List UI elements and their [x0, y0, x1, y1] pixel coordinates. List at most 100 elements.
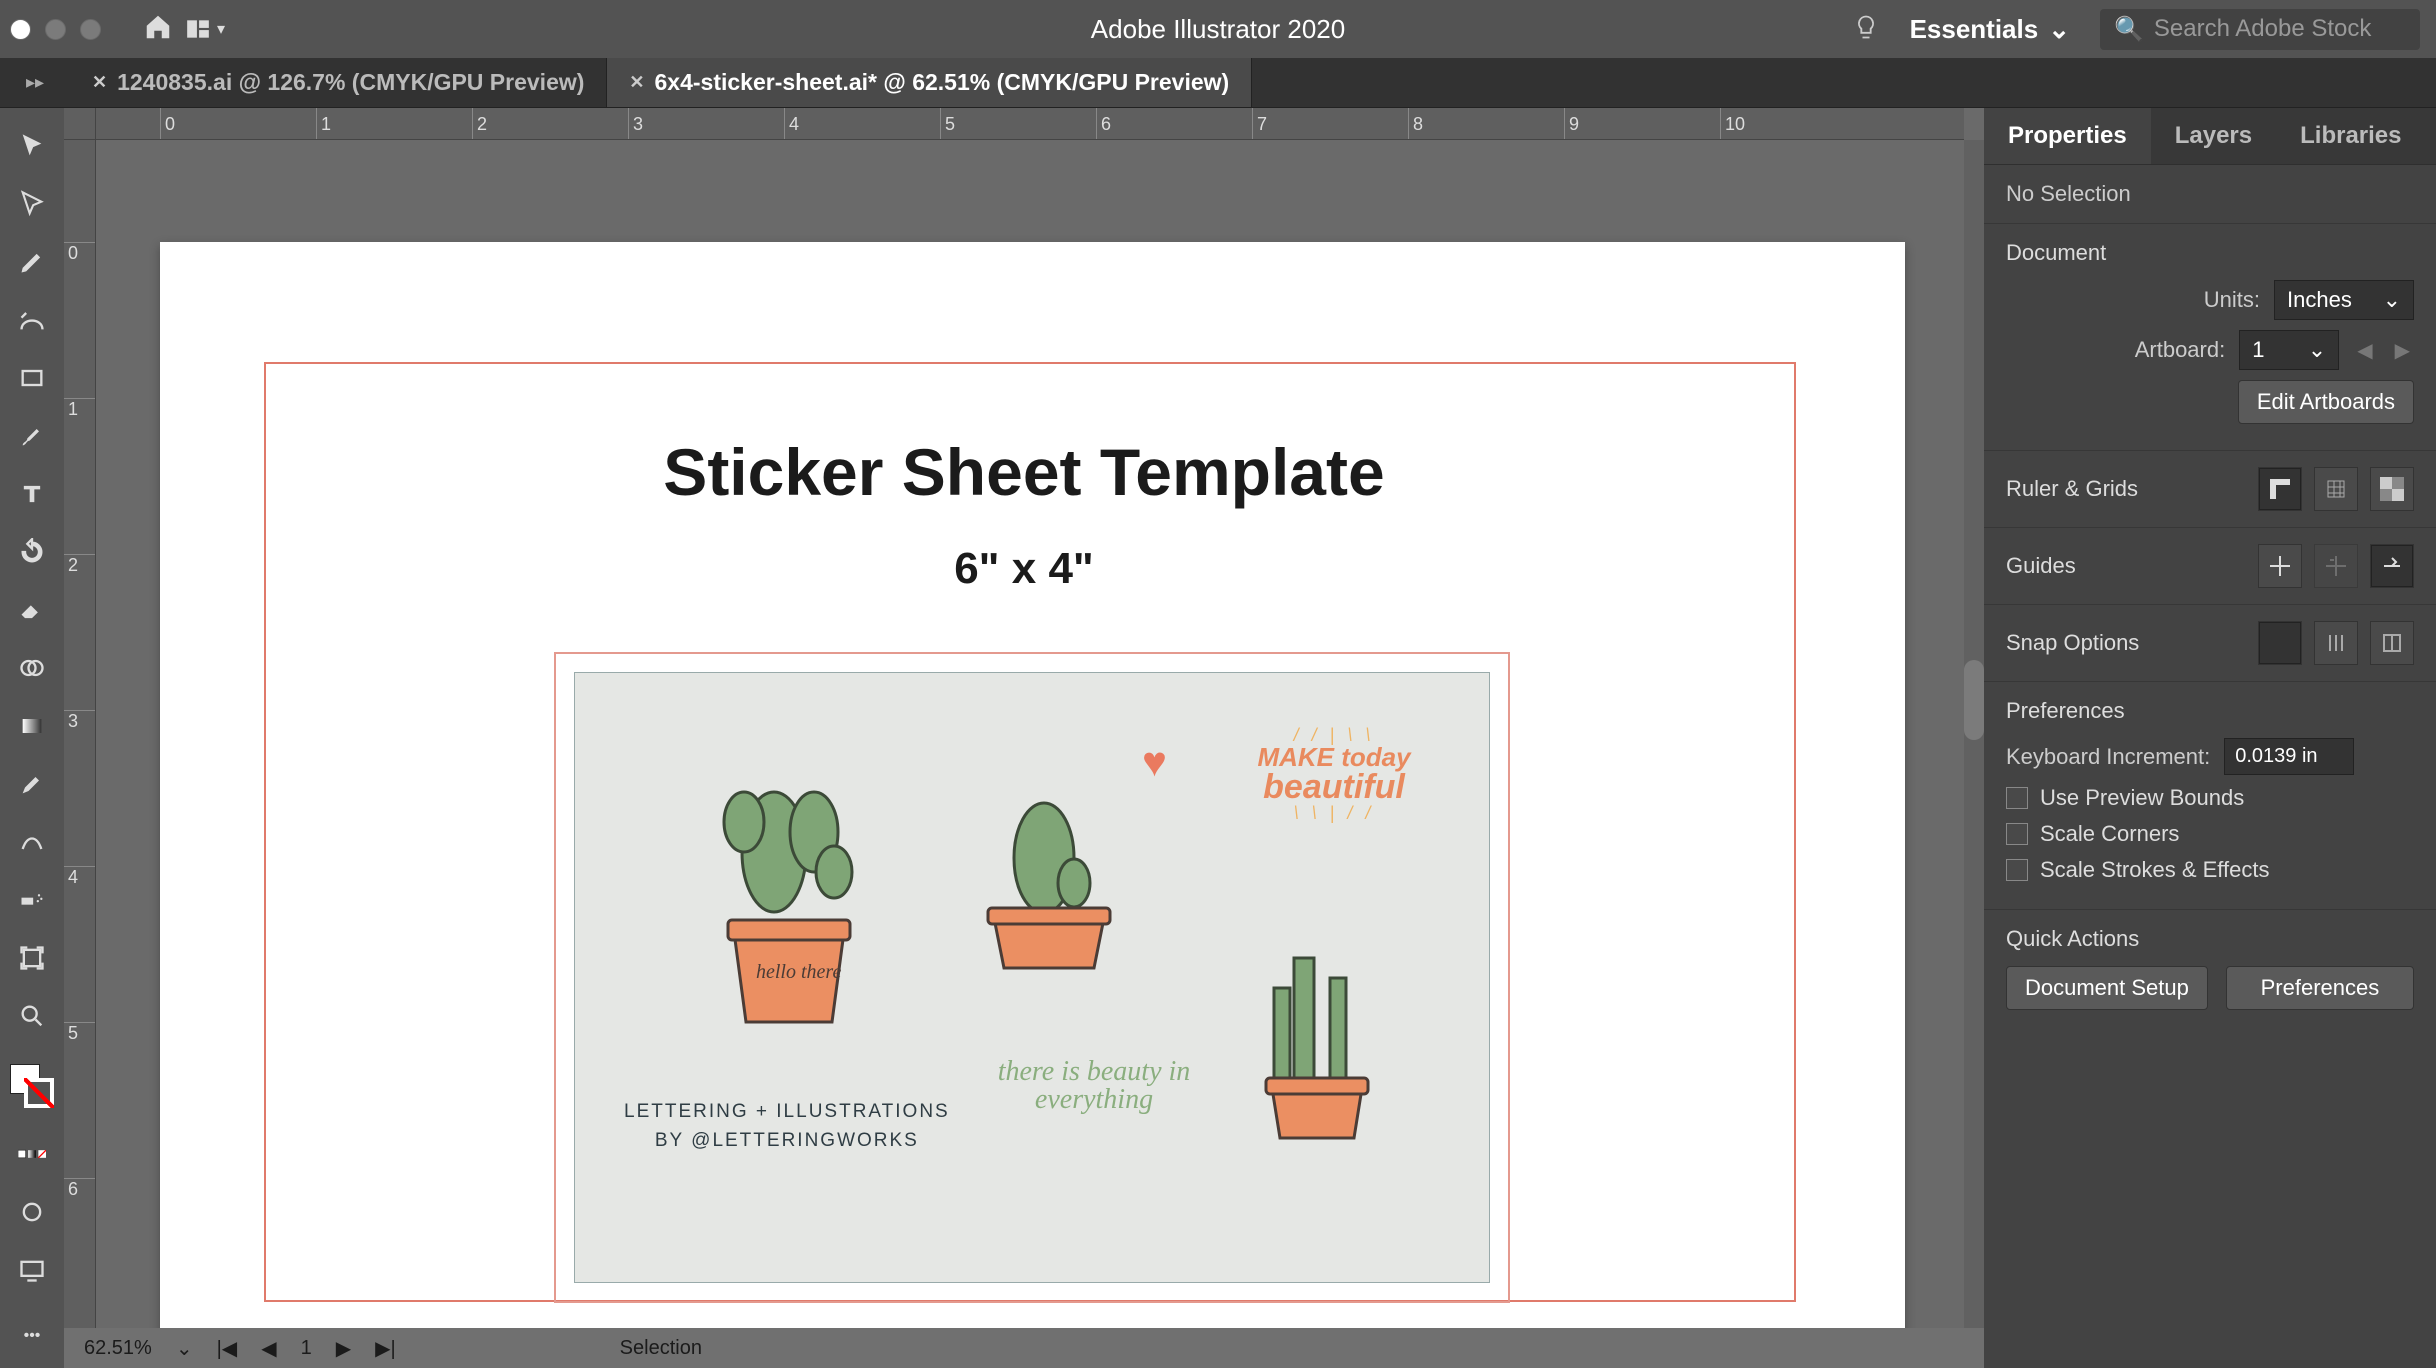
document-setup-button[interactable]: Document Setup: [2006, 966, 2208, 1010]
keyboard-increment-input[interactable]: [2224, 738, 2354, 775]
color-mode-icons[interactable]: [14, 1136, 50, 1172]
edit-artboards-button[interactable]: Edit Artboards: [2238, 380, 2414, 424]
scale-corners-checkbox[interactable]: [2006, 823, 2028, 845]
ruler-tick: 8: [1408, 108, 1423, 139]
pen-tool-icon[interactable]: [14, 244, 50, 280]
artwork-subtitle: 6" x 4": [954, 544, 1094, 594]
units-dropdown[interactable]: Inches ⌄: [2274, 280, 2414, 320]
blend-tool-icon[interactable]: [14, 824, 50, 860]
arrange-documents-button[interactable]: ▾: [185, 16, 225, 42]
transparency-grid-icon[interactable]: [2370, 467, 2414, 511]
close-icon[interactable]: ✕: [629, 72, 644, 93]
lock-guides-icon[interactable]: [2314, 544, 2358, 588]
zoom-tool-icon[interactable]: [14, 998, 50, 1034]
ruler-toggle-icon[interactable]: [2258, 467, 2302, 511]
fill-stroke-swatch[interactable]: [10, 1064, 54, 1108]
direct-selection-tool-icon[interactable]: [14, 186, 50, 222]
smart-guides-icon[interactable]: [2370, 544, 2414, 588]
prev-artboard-icon[interactable]: ◀: [261, 1336, 276, 1361]
scrollbar-thumb[interactable]: [1964, 660, 1984, 740]
traffic-light-close[interactable]: [10, 19, 31, 40]
ruler-tick: 3: [628, 108, 643, 139]
artboard-dropdown[interactable]: 1 ⌄: [2239, 330, 2339, 370]
ruler-tick: 10: [1720, 108, 1745, 139]
next-artboard-icon[interactable]: ▶: [336, 1336, 351, 1361]
right-panels: Properties Layers Libraries No Selection…: [1984, 108, 2436, 1368]
search-stock-input[interactable]: 🔍 Search Adobe Stock: [2100, 9, 2420, 50]
last-artboard-icon[interactable]: ▶|: [375, 1336, 396, 1361]
status-bar: 62.51% ⌄ |◀ ◀ 1 ▶ ▶| Selection: [64, 1328, 1984, 1368]
expand-panels-icon[interactable]: ▸▸: [0, 58, 70, 107]
learn-icon[interactable]: [1852, 13, 1880, 46]
snap-to-grid-icon[interactable]: [2314, 621, 2358, 665]
traffic-light-minimize[interactable]: [45, 19, 66, 40]
screen-mode-icon[interactable]: [14, 1252, 50, 1288]
stroke-swatch[interactable]: [24, 1078, 54, 1108]
document-section: Document Units: Inches ⌄ Artboard: 1 ⌄ ◀…: [1984, 224, 2436, 451]
rectangle-tool-icon[interactable]: [14, 360, 50, 396]
artboard-nav-value[interactable]: 1: [301, 1337, 312, 1360]
show-guides-icon[interactable]: [2258, 544, 2302, 588]
sticker-script-make-today[interactable]: / / | \ \ MAKE today beautiful \ \ | / /: [1204, 726, 1464, 822]
ruler-tick: 2: [472, 108, 487, 139]
ruler-tick: 0: [160, 108, 175, 139]
ruler-origin[interactable]: [64, 108, 96, 140]
use-preview-bounds-checkbox[interactable]: [2006, 787, 2028, 809]
scale-strokes-checkbox[interactable]: [2006, 859, 2028, 881]
edit-toolbar-icon[interactable]: •••: [14, 1318, 50, 1354]
preferences-button[interactable]: Preferences: [2226, 966, 2414, 1010]
chevron-down-icon[interactable]: ⌄: [176, 1336, 193, 1361]
eyedropper-tool-icon[interactable]: [14, 766, 50, 802]
document-tab-2[interactable]: ✕ 6x4-sticker-sheet.ai* @ 62.51% (CMYK/G…: [607, 58, 1252, 107]
checkbox-label: Use Preview Bounds: [2040, 785, 2244, 811]
workspace-dropdown[interactable]: Essentials ⌄: [1900, 10, 2080, 49]
ruler-tick: 7: [1252, 108, 1267, 139]
symbol-sprayer-tool-icon[interactable]: [14, 882, 50, 918]
vertical-ruler[interactable]: 0 1 2 3 4 5 6: [64, 140, 96, 1368]
traffic-light-zoom[interactable]: [80, 19, 101, 40]
type-tool-icon[interactable]: [14, 476, 50, 512]
document-tab-1[interactable]: ✕ 1240835.ai @ 126.7% (CMYK/GPU Preview): [70, 58, 607, 107]
canvas-area[interactable]: 0 1 2 3 4 5 6 7 8 9 10 0 1 2 3 4 5 6 Sti…: [64, 108, 1984, 1368]
curvature-tool-icon[interactable]: [14, 302, 50, 338]
sticker-cactus-2[interactable]: [964, 788, 1134, 988]
rotate-tool-icon[interactable]: [14, 534, 50, 570]
snap-to-point-icon[interactable]: [2258, 621, 2302, 665]
artboard-tool-icon[interactable]: [14, 940, 50, 976]
paintbrush-tool-icon[interactable]: [14, 418, 50, 454]
horizontal-ruler[interactable]: 0 1 2 3 4 5 6 7 8 9 10: [96, 108, 1964, 140]
script-text: beautiful: [1204, 770, 1464, 804]
tools-panel: •••: [0, 108, 64, 1368]
panel-tab-bar: Properties Layers Libraries: [1984, 108, 2436, 165]
sticker-script-beauty[interactable]: there is beauty in everything: [984, 1058, 1204, 1114]
ruler-tick: 0: [64, 242, 95, 264]
tab-libraries[interactable]: Libraries: [2276, 108, 2425, 164]
preferences-section: Preferences Keyboard Increment: Use Prev…: [1984, 682, 2436, 910]
tab-properties[interactable]: Properties: [1984, 108, 2151, 164]
sticker-cactus-3[interactable]: [1234, 928, 1404, 1178]
selection-tool-icon[interactable]: [14, 128, 50, 164]
snap-to-pixel-icon[interactable]: [2370, 621, 2414, 665]
shape-builder-tool-icon[interactable]: [14, 650, 50, 686]
ruler-tick: 9: [1564, 108, 1579, 139]
vertical-scrollbar[interactable]: [1964, 140, 1984, 1368]
next-artboard-icon[interactable]: ▶: [2391, 338, 2414, 363]
snap-options-section: Snap Options: [1984, 605, 2436, 682]
sticker-heart-icon[interactable]: ♥: [1142, 738, 1167, 786]
close-icon[interactable]: ✕: [92, 72, 107, 93]
grid-toggle-icon[interactable]: [2314, 467, 2358, 511]
draw-mode-icon[interactable]: [14, 1194, 50, 1230]
first-artboard-icon[interactable]: |◀: [217, 1336, 238, 1361]
sticker-cactus-1[interactable]: [694, 752, 894, 1042]
tab-layers[interactable]: Layers: [2151, 108, 2276, 164]
pot-label-text: hello there: [756, 962, 841, 982]
prev-artboard-icon[interactable]: ◀: [2353, 338, 2376, 363]
home-icon[interactable]: [143, 12, 173, 47]
document-tab-label: 6x4-sticker-sheet.ai* @ 62.51% (CMYK/GPU…: [655, 69, 1230, 96]
section-title: Document: [2006, 240, 2414, 266]
eraser-tool-icon[interactable]: [14, 592, 50, 628]
credit-line: LETTERING + ILLUSTRATIONS: [624, 1098, 950, 1127]
keyboard-increment-label: Keyboard Increment:: [2006, 744, 2210, 770]
zoom-level[interactable]: 62.51%: [84, 1337, 152, 1360]
gradient-tool-icon[interactable]: [14, 708, 50, 744]
